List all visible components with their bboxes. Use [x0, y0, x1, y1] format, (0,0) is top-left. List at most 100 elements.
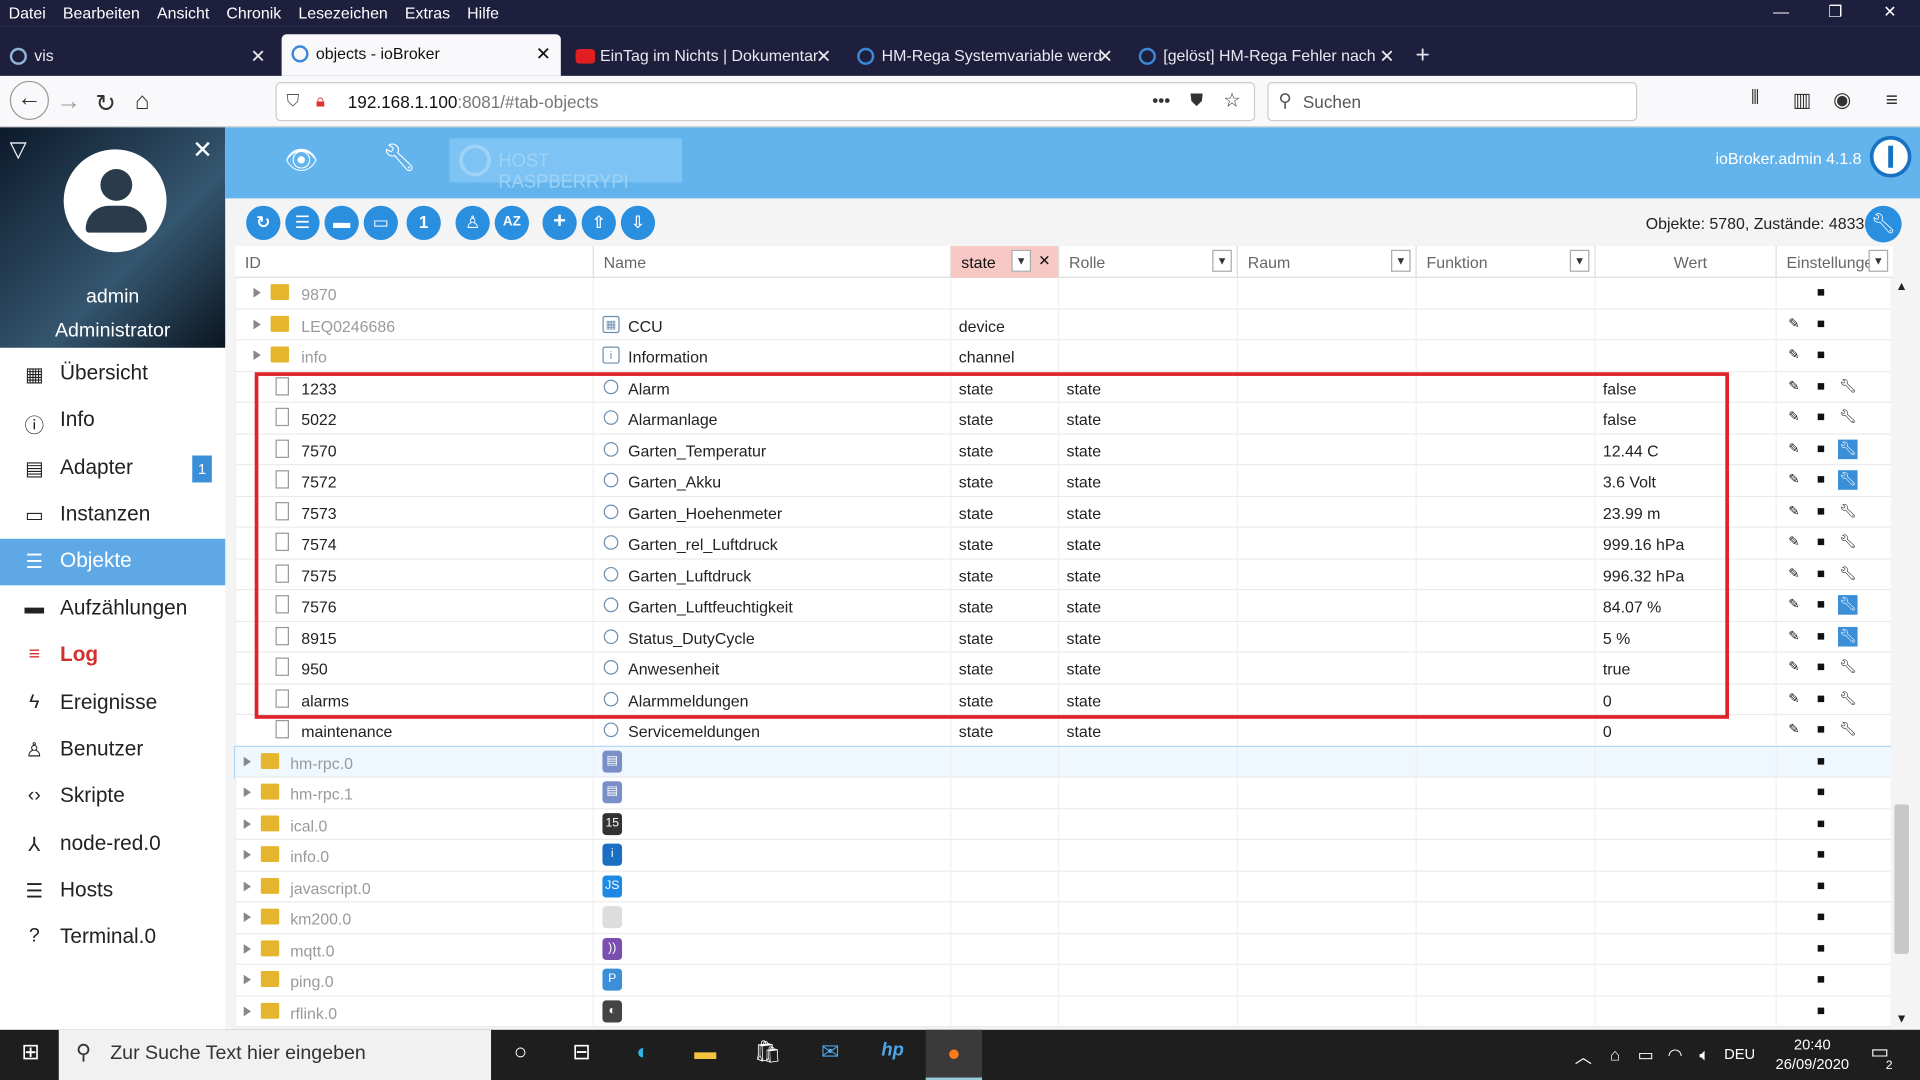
edit-pencil-icon[interactable]: ✎ — [1784, 533, 1804, 553]
menu-hilfe[interactable]: Hilfe — [459, 0, 508, 22]
settings-wrench-icon[interactable]: 🔧︎ — [1838, 689, 1858, 709]
delete-icon[interactable]: ■ — [1811, 501, 1831, 521]
cell-wert[interactable] — [1594, 746, 1775, 777]
tab-hm-rega[interactable]: HM-Rega Systemvariable werd ✕ — [847, 37, 1123, 76]
windows-start-icon[interactable]: ⊞ — [15, 1040, 47, 1072]
cell-wert[interactable] — [1594, 840, 1775, 871]
table-row[interactable]: km200.0 ■ — [235, 902, 1894, 934]
home-icon[interactable]: ⌂ — [135, 88, 150, 116]
menu-bearbeiten[interactable]: Bearbeiten — [54, 0, 148, 22]
expand-icon[interactable] — [243, 881, 252, 891]
cell-wert[interactable] — [1594, 340, 1775, 372]
sidebar-item-terminal[interactable]: ? Terminal.0 — [0, 915, 225, 962]
table-row[interactable]: mqtt.0)) ■ — [235, 933, 1894, 965]
expand-icon[interactable] — [243, 818, 252, 829]
expand-icon[interactable] — [243, 787, 252, 798]
firefox-taskbar-icon[interactable]: ● — [925, 1029, 983, 1080]
table-row[interactable]: ical.0 15 ■ — [235, 808, 1894, 841]
url-bar[interactable]: ⛉ 🔒︎ 192.168.1.100:8081/#tab-objects •••… — [275, 82, 1256, 122]
hamburger-menu-icon[interactable]: ≡ — [1886, 88, 1898, 112]
edit-pencil-icon[interactable]: ✎ — [1784, 720, 1804, 740]
edit-pencil-icon[interactable]: ✎ — [1784, 595, 1804, 615]
menu-chronik[interactable]: Chronik — [218, 0, 290, 22]
scroll-up-icon[interactable]: ▲ — [1896, 280, 1908, 293]
delete-icon[interactable]: ■ — [1811, 814, 1831, 834]
hp-icon[interactable]: hp — [877, 1040, 909, 1072]
store-app-icon[interactable]: 🛍︎ — [752, 1040, 784, 1072]
sidebar-item-benutzer[interactable]: ♙ Benutzer — [0, 727, 225, 774]
tab-geloest[interactable]: [gelöst] HM-Rega Fehler nach ✕ — [1129, 37, 1405, 76]
settings-wrench-icon[interactable]: 🔧︎ — [1837, 626, 1858, 646]
back-icon[interactable]: ← — [9, 80, 49, 121]
table-row[interactable]: info i Information channel ✎ ■ — [235, 340, 1894, 372]
edit-pencil-icon[interactable]: ✎ — [1784, 501, 1804, 521]
settings-wrench-icon[interactable]: 🔧︎ — [1838, 501, 1858, 521]
delete-icon[interactable]: ■ — [1811, 314, 1831, 334]
tab-objects[interactable]: objects - ioBroker ✕ — [281, 34, 561, 76]
edit-pencil-icon[interactable]: ✎ — [1784, 564, 1804, 584]
tab-vis[interactable]: vis ✕ — [0, 37, 276, 76]
settings-wrench-icon[interactable]: 🔧︎ — [1838, 377, 1858, 397]
cell-wert[interactable] — [1594, 808, 1775, 840]
delete-icon[interactable]: ■ — [1811, 751, 1831, 771]
restore-icon[interactable]: ❐ — [1828, 2, 1842, 22]
taskbar-search-input[interactable]: ⚲ Zur Suche Text hier eingeben — [58, 1029, 492, 1080]
edit-pencil-icon[interactable]: ✎ — [1784, 439, 1804, 459]
network-error-icon[interactable]: ⌂ — [1599, 1044, 1631, 1076]
volume-icon[interactable]: 🔈︎ — [1689, 1044, 1721, 1076]
edit-pencil-icon[interactable]: ✎ — [1784, 408, 1804, 428]
expand-icon[interactable] — [253, 318, 261, 329]
table-row[interactable]: hm-rpc.1 ▤ ■ — [235, 777, 1894, 809]
settings-wrench-icon[interactable]: 🔧︎ — [1838, 658, 1858, 678]
language-indicator[interactable]: DEU — [1724, 1046, 1755, 1063]
delete-icon[interactable]: ■ — [1811, 720, 1831, 740]
scrollbar[interactable]: ▲ ▼ — [1890, 277, 1913, 1030]
delete-icon[interactable]: ■ — [1811, 782, 1831, 802]
mail-icon[interactable]: ✉ — [814, 1040, 846, 1072]
cell-wert[interactable] — [1594, 871, 1775, 902]
library-icon[interactable]: ⫴ — [1751, 88, 1759, 110]
table-row[interactable]: maintenance Servicemeldungen state state 0 ✎ ■… — [235, 715, 1894, 747]
menu-extras[interactable]: Extras — [396, 0, 458, 22]
menu-datei[interactable]: Datei — [0, 0, 54, 22]
settings-wrench-icon[interactable]: 🔧︎ — [1838, 564, 1858, 584]
delete-icon[interactable]: ■ — [1811, 345, 1831, 365]
edit-pencil-icon[interactable]: ✎ — [1784, 345, 1804, 365]
edge-browser-icon[interactable]: ◐ — [627, 1040, 659, 1072]
delete-icon[interactable]: ■ — [1811, 439, 1831, 459]
sidebar-item-aufzaehlungen[interactable]: ▬ Aufzählungen — [0, 587, 225, 634]
pocket-icon[interactable]: ⛊ — [1190, 89, 1203, 110]
expand-icon[interactable] — [243, 943, 252, 954]
timeline-icon[interactable]: ⊟ — [566, 1040, 598, 1072]
table-row[interactable]: rflink.0 ◐ ■ — [235, 996, 1894, 1028]
sidebar-toggle-icon[interactable]: ▥ — [1793, 88, 1812, 112]
cell-wert[interactable] — [1594, 902, 1775, 934]
sidebar-item-instanzen[interactable]: ▭ Instanzen — [0, 492, 225, 539]
expand-icon[interactable] — [243, 1005, 252, 1016]
close-window-icon[interactable]: ✕ — [1883, 2, 1896, 22]
expand-icon[interactable] — [253, 287, 261, 298]
delete-icon[interactable]: ■ — [1811, 408, 1831, 428]
delete-icon[interactable]: ■ — [1811, 845, 1831, 865]
table-row[interactable]: info.0 i ■ — [235, 840, 1894, 872]
search-input[interactable]: ⚲ Suchen — [1267, 82, 1638, 122]
sidebar-item-ereignisse[interactable]: ϟ Ereignisse — [0, 681, 225, 728]
cell-wert[interactable] — [1594, 309, 1775, 340]
close-sidebar-icon[interactable]: ✕ — [192, 135, 213, 166]
edit-pencil-icon[interactable]: ✎ — [1784, 377, 1804, 397]
forward-icon[interactable]: → — [56, 88, 80, 116]
edit-pencil-icon[interactable]: ✎ — [1784, 689, 1804, 709]
delete-icon[interactable]: ■ — [1811, 564, 1831, 584]
bookmark-star-icon[interactable]: ☆ — [1223, 88, 1241, 112]
sidebar-item-skripte[interactable]: ‹› Skripte — [0, 774, 225, 821]
page-actions-icon[interactable]: ••• — [1152, 91, 1170, 111]
expand-icon[interactable] — [243, 849, 252, 860]
close-tab-icon[interactable]: ✕ — [250, 45, 265, 68]
menu-lesezeichen[interactable]: Lesezeichen — [290, 0, 397, 22]
tab-eintag[interactable]: EinTag im Nichts | Dokumentar ✕ — [566, 37, 842, 76]
cell-wert[interactable] — [1594, 277, 1775, 309]
minimize-icon[interactable]: — — [1773, 2, 1789, 20]
cell-wert[interactable] — [1594, 777, 1775, 809]
cell-wert[interactable]: 0 — [1594, 715, 1775, 746]
delete-icon[interactable]: ■ — [1811, 907, 1831, 927]
